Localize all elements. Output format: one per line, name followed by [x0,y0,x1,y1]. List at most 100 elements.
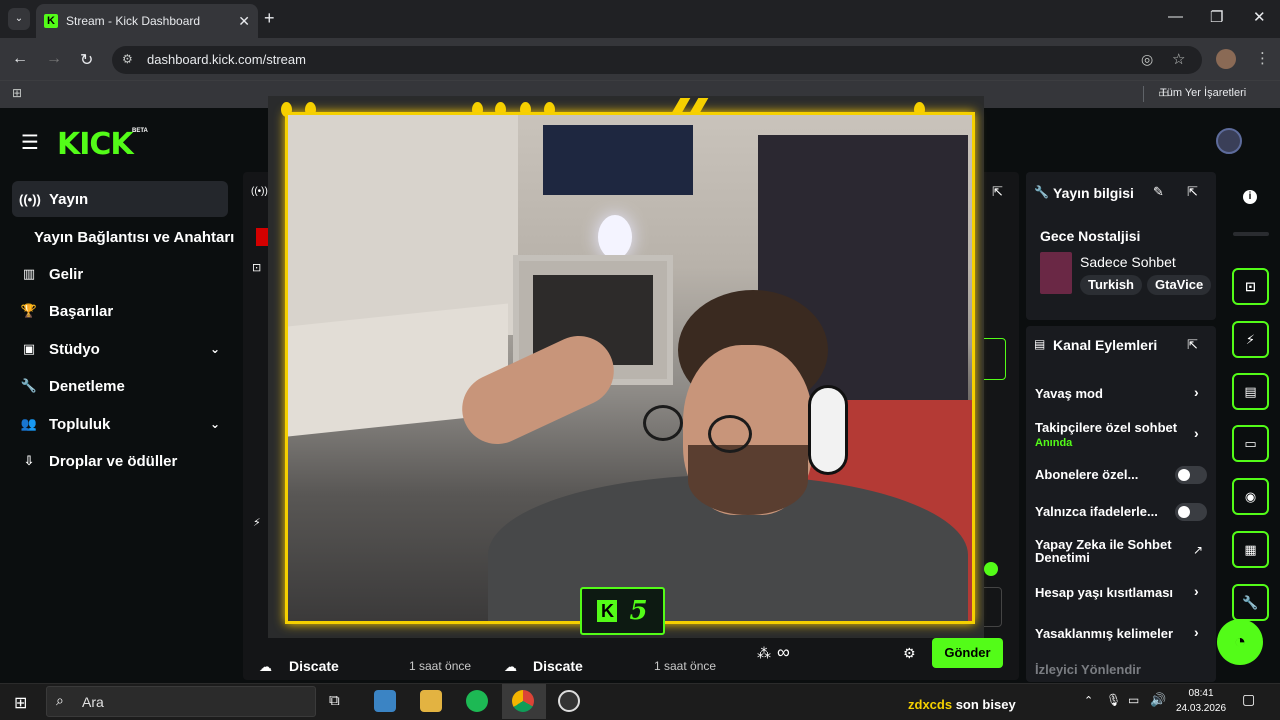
search-icon: ⌕ [56,692,64,708]
window-close-button[interactable]: ✕ [1253,8,1266,26]
new-tab-button[interactable]: + [264,8,275,29]
ai-moderation-row[interactable]: Yapay Zeka ile Sohbet Denetimi [1035,538,1185,564]
taskbar-clock[interactable]: 08:41 24.03.2026 [1176,686,1226,716]
nav-label: Droplar ve ödüller [49,452,178,470]
reload-icon[interactable]: ↻ [80,50,93,70]
nav-item-denetleme[interactable]: 🔧 Denetleme [12,368,228,404]
chevron-down-icon[interactable]: ⌄ [210,417,220,431]
feed-user[interactable]: Discate [533,658,583,674]
chat-bubble-button[interactable]: ▭ [1232,425,1269,462]
volume-icon[interactable]: 🔊 [1150,692,1166,708]
notes-button[interactable]: ▤ [1232,373,1269,410]
tray-chevron-icon[interactable]: ⌃ [1084,694,1093,707]
user-avatar[interactable] [1216,128,1242,154]
nav-item-yayin[interactable]: ((•)) Yayın [12,181,228,217]
nav-item-studyo[interactable]: ▣ Stüdyo ⌄ [12,331,228,367]
external-link-icon[interactable]: ↗ [1193,543,1203,557]
cloud-icon: ☁ [259,659,272,674]
nav-item-stream-key[interactable]: Yayın Bağlantısı ve Anahtarı [34,229,234,246]
raid-row[interactable]: İzleyici Yönlendir [1035,662,1141,677]
emotes-only-toggle[interactable] [1175,503,1207,521]
slow-mode-row[interactable]: Yavaş mod [1035,386,1103,401]
apps-grid-icon[interactable]: ⊞ [12,86,22,100]
nav-label: Gelir [49,265,84,283]
site-settings-icon[interactable]: ⚙ [122,52,133,66]
feed-user[interactable]: Discate [289,658,339,674]
forward-arrow-icon[interactable]: → [46,50,62,68]
windows-start-icon[interactable]: ⊞ [14,693,27,713]
glasses [708,415,752,453]
emoji-icon[interactable] [984,562,998,576]
subscribers-only-toggle[interactable] [1175,466,1207,484]
nav-item-gelir[interactable]: ▥ Gelir [12,256,228,292]
kick-favicon-icon: K [44,14,58,28]
divider [1233,232,1269,236]
task-view-icon[interactable]: ⧉ [329,692,340,709]
notification-icon[interactable]: ▢ [1242,691,1255,708]
network-icon[interactable]: ▭ [1128,693,1139,707]
support-chat-icon[interactable]: ◔ [1217,619,1263,665]
tab-close-icon[interactable]: ✕ [238,13,250,30]
chevron-right-icon[interactable]: › [1194,583,1199,599]
stream-category[interactable]: Sadece Sohbet [1080,254,1176,270]
chat-ticker: zdxcds son bisey [908,697,1016,712]
kick-logo[interactable]: KICK [57,127,134,162]
broadcast-small-icon: ((•)) [251,186,268,197]
quick-action-bolt-button[interactable]: ⚡ [1232,321,1269,358]
bookmark-star-icon[interactable]: ☆ [1172,50,1185,68]
chevron-right-icon[interactable]: › [1194,624,1199,640]
spotify-icon[interactable] [466,690,488,712]
glasses [643,405,683,441]
back-arrow-icon[interactable]: ← [12,50,28,68]
nav-item-basarilar[interactable]: 🏆 Başarılar [12,293,228,329]
microphone-icon[interactable]: 🎙 [1106,693,1121,707]
kick-badge-icon: K [597,600,618,622]
wrench-button[interactable]: 🔧 [1232,584,1269,621]
tab-search-button[interactable]: ⌄ [8,8,30,30]
screenshot-tool-button[interactable]: ⊡ [1232,268,1269,305]
screenshot-icon[interactable]: ⊡ [252,261,261,274]
stream-info-title: Yayın bilgisi [1053,185,1134,201]
tag-gtavice[interactable]: GtaVice [1147,275,1212,295]
followers-only-row[interactable]: Takipçilere özel sohbet [1035,420,1177,435]
minimize-button[interactable]: — [1168,8,1183,25]
settings-gear-icon[interactable]: ⚙ [903,645,916,662]
popout-icon[interactable]: ⇱ [1187,184,1198,200]
browser-menu-icon[interactable]: ⋮ [1255,49,1270,67]
menu-hamburger-icon[interactable]: ☰ [21,130,39,155]
banned-words-row[interactable]: Yasaklanmış kelimeler [1035,626,1173,641]
broadcast-button[interactable]: ◉ [1232,478,1269,515]
layout-button[interactable]: ▦ [1232,531,1269,568]
chart-icon: ▥ [22,266,36,281]
eye-off-icon[interactable]: ◎ [1141,51,1153,68]
dots-icon[interactable]: ⁂ [757,645,771,662]
profile-avatar[interactable] [1216,49,1236,69]
url-text[interactable]: dashboard.kick.com/stream [147,52,306,67]
popout-icon[interactable]: ⇱ [1187,337,1198,353]
send-button[interactable]: Gönder [932,638,1003,668]
chevron-down-icon[interactable]: ⌄ [210,342,220,356]
edit-pencil-icon[interactable]: ✎ [1153,184,1164,200]
nav-item-topluluk[interactable]: 👥 Topluluk ⌄ [12,406,228,442]
file-explorer-icon[interactable] [420,690,442,712]
nav-label: Denetleme [49,377,125,395]
nav-item-droplar[interactable]: ⇩ Droplar ve ödüller [12,443,228,479]
all-bookmarks-link[interactable]: Tüm Yer İşaretleri [1160,87,1246,99]
beta-badge: BETA [132,128,148,134]
stream-title: Gece Nostaljisi [1040,228,1141,244]
chrome-icon[interactable] [512,690,534,712]
tag-turkish[interactable]: Turkish [1080,275,1142,295]
browser-tab[interactable]: K Stream - Kick Dashboard ✕ [36,4,258,38]
search-placeholder[interactable]: Ara [82,694,104,710]
wrench-icon: 🔧 [20,378,38,393]
popout-icon[interactable]: ⇱ [992,184,1003,200]
info-icon[interactable]: i [1243,190,1257,204]
community-icon: 👥 [20,416,38,431]
maximize-button[interactable]: ❐ [1210,8,1223,26]
account-age-row[interactable]: Hesap yaşı kısıtlaması [1035,585,1173,600]
outlook-icon[interactable] [374,690,396,712]
chevron-right-icon[interactable]: › [1194,384,1199,400]
category-thumbnail[interactable] [1040,252,1072,294]
obs-icon[interactable] [558,690,580,712]
chevron-right-icon[interactable]: › [1194,425,1199,441]
